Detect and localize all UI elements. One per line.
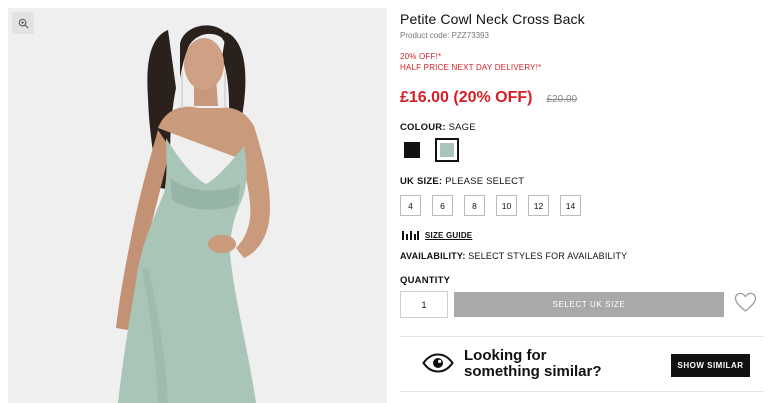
product-image-gallery[interactable] (8, 8, 387, 403)
promo-delivery: HALF PRICE NEXT DAY DELIVERY!* (400, 63, 542, 72)
similar-line-2: something similar? (464, 363, 602, 380)
magnifier-zoom-icon (18, 18, 29, 29)
swatch-sage-fill (440, 143, 454, 157)
colour-label-key: COLOUR: (400, 122, 446, 133)
similar-line-1: Looking for (464, 347, 547, 364)
price-row: £16.00 (20% OFF) £20.00 (400, 89, 577, 107)
product-title: Petite Cowl Neck Cross Back (400, 11, 585, 27)
size-options: 4 6 8 10 12 14 (400, 195, 581, 216)
select-size-button[interactable]: SELECT UK SIZE (454, 292, 724, 317)
size-guide-label: SIZE GUIDE (425, 230, 473, 240)
availability-value: SELECT STYLES FOR AVAILABILITY (465, 251, 628, 261)
product-details: Petite Cowl Neck Cross Back Product code… (400, 0, 766, 403)
swatch-black[interactable] (400, 138, 424, 162)
wishlist-button[interactable] (734, 292, 757, 318)
sale-price: £16.00 (20% OFF) (400, 89, 533, 106)
show-similar-button[interactable]: SHOW SIMILAR (671, 354, 750, 377)
size-guide-link[interactable]: SIZE GUIDE (402, 230, 472, 240)
zoom-button[interactable] (12, 12, 34, 34)
product-code: Product code: PZZ73393 (400, 31, 489, 40)
size-option-12[interactable]: 12 (528, 195, 549, 216)
size-option-4[interactable]: 4 (400, 195, 421, 216)
availability: AVAILABILITY: SELECT STYLES FOR AVAILABI… (400, 251, 627, 261)
promo-discount: 20% OFF!* (400, 52, 442, 61)
quantity-label: QUANTITY (400, 275, 451, 286)
ruler-icon (402, 231, 419, 240)
colour-label: COLOUR: SAGE (400, 122, 476, 133)
heart-icon (734, 292, 757, 312)
size-option-8[interactable]: 8 (464, 195, 485, 216)
size-option-10[interactable]: 10 (496, 195, 517, 216)
similar-banner: Looking for something similar? SHOW SIMI… (400, 336, 764, 392)
size-option-6[interactable]: 6 (432, 195, 453, 216)
availability-label: AVAILABILITY: (400, 251, 466, 261)
swatch-black-fill (404, 142, 420, 158)
product-photo[interactable] (8, 8, 387, 403)
eye-icon (422, 353, 454, 373)
size-label-key: UK SIZE: (400, 176, 443, 187)
quantity-input[interactable]: 1 (400, 291, 448, 318)
swatch-sage[interactable] (435, 138, 459, 162)
similar-heading: Looking for something similar? (464, 348, 602, 380)
size-label: UK SIZE: PLEASE SELECT (400, 176, 524, 187)
colour-swatches (400, 138, 459, 162)
size-option-14[interactable]: 14 (560, 195, 581, 216)
size-label-value: PLEASE SELECT (442, 176, 525, 187)
colour-label-value: SAGE (445, 122, 476, 133)
original-price: £20.00 (546, 94, 578, 105)
